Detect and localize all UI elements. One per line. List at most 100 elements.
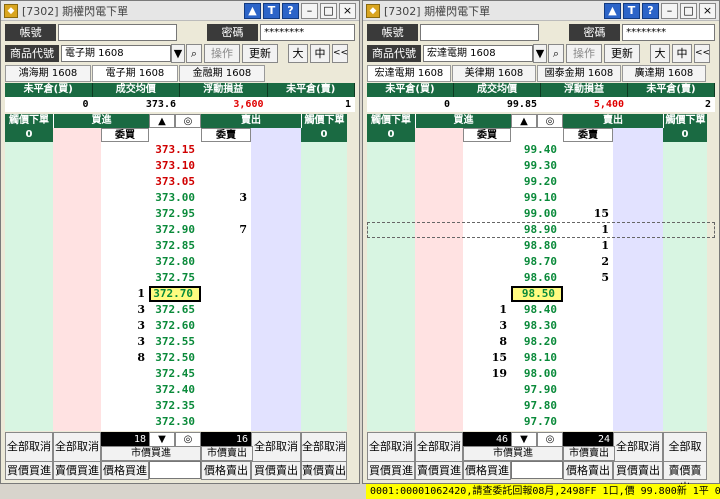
buy-qty-cell[interactable]: [463, 398, 511, 414]
scroll-down-button[interactable]: ▼: [149, 432, 175, 447]
price-cell[interactable]: 372.90: [149, 222, 201, 238]
close-button[interactable]: ×: [339, 2, 356, 19]
price-cell[interactable]: 372.40: [149, 382, 201, 398]
buy-qty-cell[interactable]: 3: [463, 318, 511, 334]
market-buy-button[interactable]: 市價買進: [101, 446, 201, 461]
price-cell[interactable]: 372.55: [149, 334, 201, 350]
sell-qty-cell[interactable]: [201, 318, 251, 334]
sell-qty-cell[interactable]: 1: [563, 238, 613, 254]
toolbar-t-icon[interactable]: T: [263, 2, 280, 19]
sell-qty-cell[interactable]: [563, 286, 613, 302]
buy-qty-cell[interactable]: [463, 254, 511, 270]
buy-qty-cell[interactable]: [101, 158, 149, 174]
price-cell[interactable]: 373.10: [149, 158, 201, 174]
sell-qty-cell[interactable]: [563, 190, 613, 206]
size-large-button[interactable]: 大: [650, 44, 670, 63]
buy-qty-cell[interactable]: [101, 398, 149, 414]
maximize-button[interactable]: □: [680, 2, 697, 19]
maximize-button[interactable]: □: [320, 2, 337, 19]
operate-button[interactable]: 操作: [204, 44, 240, 63]
price-sell-button[interactable]: 價格賣出: [563, 461, 613, 480]
sell-qty-cell[interactable]: [563, 350, 613, 366]
bid-buy-button[interactable]: 買價買進: [5, 461, 53, 480]
sell-qty-cell[interactable]: [201, 398, 251, 414]
touch-buy-column[interactable]: [5, 142, 53, 431]
sell-qty-cell[interactable]: [201, 286, 251, 302]
buy-qty-cell[interactable]: [101, 174, 149, 190]
price-input[interactable]: [149, 461, 201, 479]
buy-qty-cell[interactable]: [101, 270, 149, 286]
product-field[interactable]: 電子期 1608: [61, 45, 171, 62]
tab-product-2[interactable]: 美律期 1608: [452, 65, 536, 82]
tab-product-1[interactable]: 宏達電期 1608: [367, 65, 451, 82]
buy-qty-cell[interactable]: [463, 142, 511, 158]
ask-buy-button[interactable]: 賣價買進: [415, 461, 463, 480]
price-sell-button[interactable]: 價格賣出: [201, 461, 251, 480]
price-cell[interactable]: 98.80: [511, 238, 563, 254]
sell-qty-cell[interactable]: [201, 254, 251, 270]
touch-sell-column[interactable]: [301, 142, 347, 431]
last-price-cell[interactable]: 98.50: [511, 286, 563, 302]
price-cell[interactable]: 98.10: [511, 350, 563, 366]
buy-qty-cell[interactable]: [463, 238, 511, 254]
price-buy-button[interactable]: 價格買進: [463, 461, 511, 480]
tab-product-3[interactable]: 金融期 1608: [179, 65, 265, 82]
up-arrow-icon[interactable]: ▲: [244, 2, 261, 19]
sell-qty-cell[interactable]: [563, 318, 613, 334]
price-cell[interactable]: 99.00: [511, 206, 563, 222]
price-cell[interactable]: 372.50: [149, 350, 201, 366]
sell-qty-cell[interactable]: [563, 334, 613, 350]
last-price-cell[interactable]: 372.70: [149, 286, 201, 302]
sell-qty-cell[interactable]: 7: [201, 222, 251, 238]
center-button-bottom[interactable]: ◎: [175, 432, 201, 447]
password-field[interactable]: ********: [622, 23, 715, 41]
sell-qty-cell[interactable]: [563, 366, 613, 382]
size-medium-button[interactable]: 中: [672, 44, 692, 63]
price-cell[interactable]: 97.80: [511, 398, 563, 414]
bid-buy-button[interactable]: 買價買進: [367, 461, 415, 480]
sell-qty-cell[interactable]: [201, 366, 251, 382]
close-button[interactable]: ×: [699, 2, 716, 19]
chevron-down-icon[interactable]: ▼: [171, 44, 185, 63]
tab-product-4[interactable]: 廣達期 1608: [622, 65, 706, 82]
sell-qty-cell[interactable]: [201, 158, 251, 174]
price-cell[interactable]: 99.20: [511, 174, 563, 190]
help-icon[interactable]: ?: [642, 2, 659, 19]
market-sell-button[interactable]: 市價賣出: [201, 446, 253, 461]
buy-qty-cell[interactable]: 3: [101, 302, 149, 318]
price-cell[interactable]: 98.60: [511, 270, 563, 286]
sell-column[interactable]: [251, 142, 301, 431]
refresh-button[interactable]: 更新: [242, 44, 278, 63]
buy-qty-cell[interactable]: 3: [101, 318, 149, 334]
buy-qty-cell[interactable]: [463, 286, 511, 302]
scroll-down-button[interactable]: ▼: [511, 432, 537, 447]
buy-qty-cell[interactable]: [101, 254, 149, 270]
product-field[interactable]: 宏達電期 1608: [423, 45, 533, 62]
minimize-button[interactable]: –: [661, 2, 678, 19]
price-cell[interactable]: 99.10: [511, 190, 563, 206]
price-cell[interactable]: 98.90: [511, 222, 563, 238]
buy-qty-cell[interactable]: 1: [101, 286, 149, 302]
bid-sell-button[interactable]: 買價賣出: [613, 461, 663, 480]
price-input[interactable]: [511, 461, 563, 479]
account-field[interactable]: [420, 23, 539, 41]
refresh-button[interactable]: 更新: [604, 44, 640, 63]
password-field[interactable]: ********: [260, 23, 355, 41]
search-icon[interactable]: ⌕: [548, 44, 564, 63]
sell-qty-cell[interactable]: 3: [201, 190, 251, 206]
buy-qty-cell[interactable]: [463, 270, 511, 286]
sell-qty-cell[interactable]: [201, 414, 251, 430]
buy-qty-cell[interactable]: [463, 190, 511, 206]
buy-qty-cell[interactable]: 8: [463, 334, 511, 350]
toolbar-t-icon[interactable]: T: [623, 2, 640, 19]
center-button[interactable]: ◎: [537, 114, 563, 128]
buy-qty-cell[interactable]: [101, 382, 149, 398]
price-cell[interactable]: 98.00: [511, 366, 563, 382]
sell-qty-cell[interactable]: [201, 350, 251, 366]
sell-qty-cell[interactable]: [563, 302, 613, 318]
buy-qty-cell[interactable]: [463, 222, 511, 238]
up-arrow-icon[interactable]: ▲: [604, 2, 621, 19]
price-cell[interactable]: 373.15: [149, 142, 201, 158]
price-cell[interactable]: 97.70: [511, 414, 563, 430]
sell-qty-cell[interactable]: 5: [563, 270, 613, 286]
